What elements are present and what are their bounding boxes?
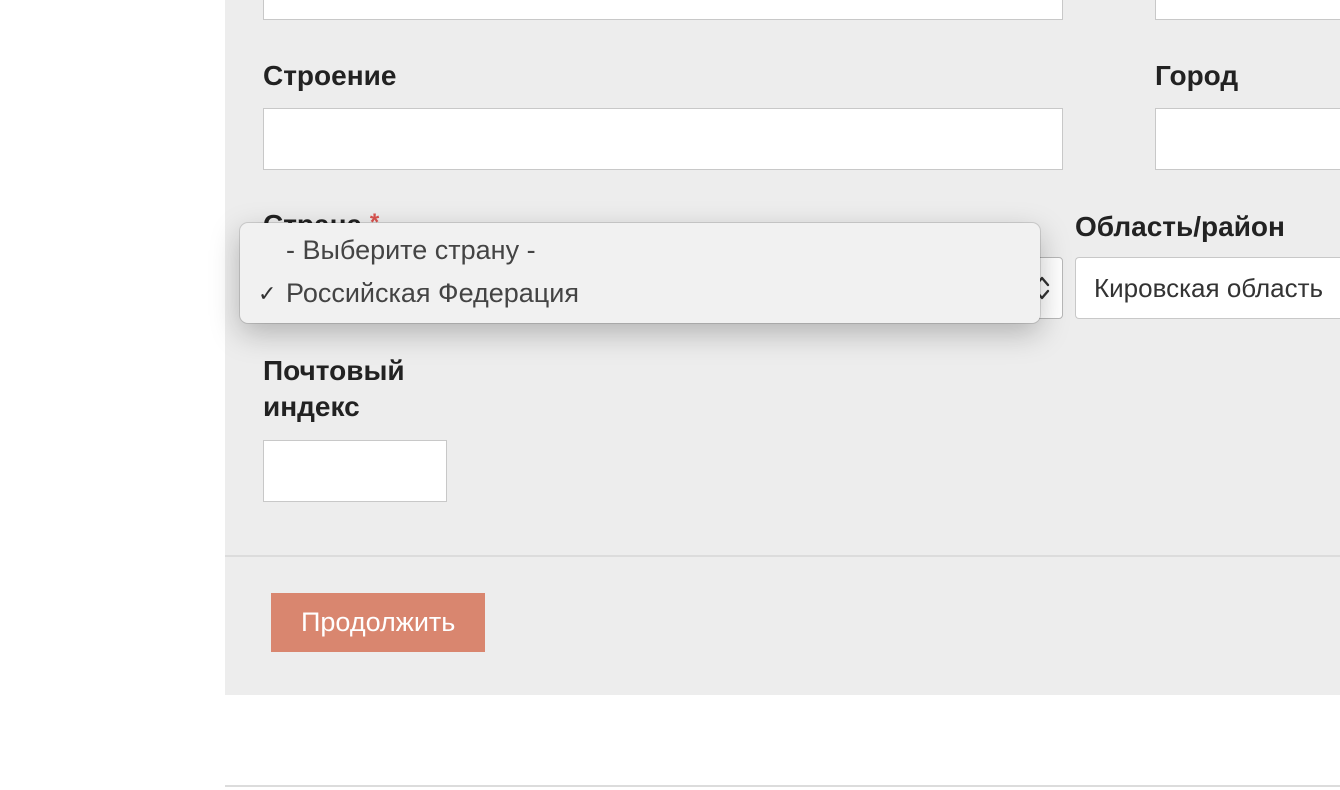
- top-left-input-fragment[interactable]: [263, 0, 1063, 20]
- region-input[interactable]: [1075, 257, 1340, 319]
- country-dropdown[interactable]: - Выберите страну - ✓ Российская Федерац…: [240, 223, 1040, 323]
- city-label: Город: [1155, 58, 1238, 94]
- building-input[interactable]: [263, 108, 1063, 170]
- postal-label: Почтовый индекс: [263, 353, 463, 426]
- form-inner: Строение Город Страна * - Выберите стран…: [225, 0, 1340, 695]
- country-option-placeholder[interactable]: - Выберите страну -: [240, 229, 1040, 272]
- country-option-russia[interactable]: ✓ Российская Федерация: [240, 272, 1040, 315]
- form-divider: [225, 555, 1340, 557]
- top-right-input-fragment[interactable]: [1155, 0, 1340, 20]
- country-option-label: Российская Федерация: [286, 274, 579, 313]
- city-input[interactable]: [1155, 108, 1340, 170]
- building-label: Строение: [263, 58, 396, 94]
- check-icon: ✓: [258, 278, 286, 310]
- country-option-label: - Выберите страну -: [286, 231, 536, 270]
- page-bottom-divider: [225, 785, 1340, 787]
- postal-input[interactable]: [263, 440, 447, 502]
- form-panel: Строение Город Страна * - Выберите стран…: [225, 0, 1340, 695]
- continue-button[interactable]: Продолжить: [271, 593, 485, 652]
- region-label: Область/район: [1075, 209, 1285, 245]
